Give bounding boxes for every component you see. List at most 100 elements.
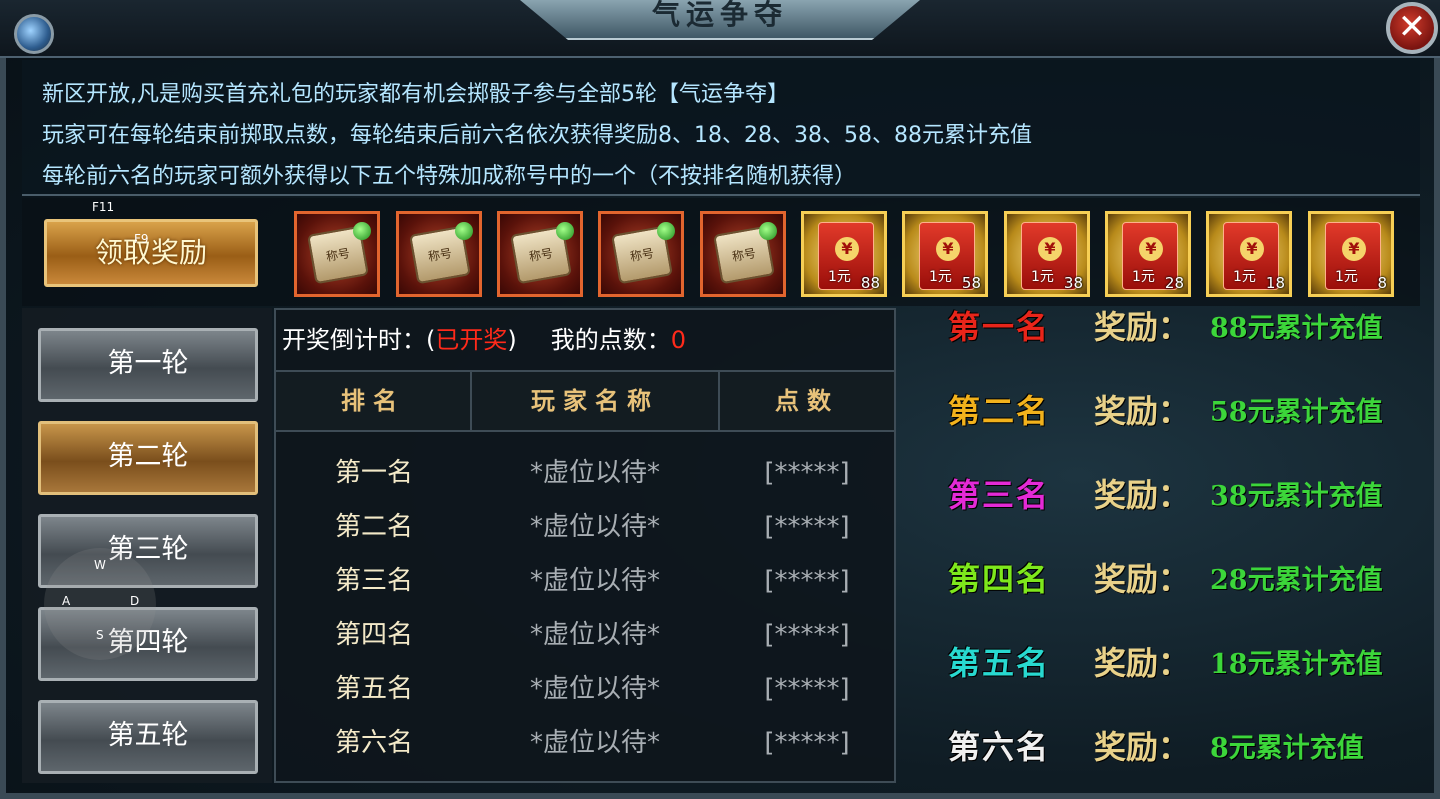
reward-value: 88元累计充值: [1210, 313, 1383, 344]
reward-row: 第四名 奖励： 28元累计充值: [948, 554, 1418, 604]
status-line: 开奖倒计时：(已开奖) 我的点数：0: [282, 320, 686, 355]
yuan-coin-icon: ¥: [1240, 237, 1264, 261]
countdown-label: 开奖倒计时：(: [282, 326, 436, 354]
table-row-points: [*****]: [764, 728, 850, 758]
reward-value: 18元累计充值: [1210, 649, 1383, 680]
envelope-label: 1元: [1233, 269, 1256, 285]
hotkey-hint: F9: [134, 232, 149, 246]
table-row-rank: 第一名: [334, 458, 413, 488]
green-badge-icon: [455, 222, 473, 240]
envelope-quantity: 18: [1265, 274, 1285, 292]
reward-list-panel: [900, 308, 1420, 783]
title-scroll-item[interactable]: 称号: [497, 211, 583, 297]
reward-rank: 第六名: [948, 728, 1051, 766]
joystick-key-a: A: [62, 594, 71, 608]
table-row-rank: 第四名: [334, 620, 413, 650]
red-envelope-item[interactable]: ¥ 1元 38: [1004, 211, 1090, 297]
joystick-key-d: D: [130, 594, 140, 608]
points-label: 我的点数：: [550, 326, 671, 354]
table-row-rank: 第三名: [334, 566, 413, 596]
reward-rank: 第一名: [948, 308, 1051, 346]
yuan-coin-icon: ¥: [835, 237, 859, 261]
envelope-label: 1元: [1132, 269, 1155, 285]
title-scroll-item[interactable]: 称号: [294, 211, 380, 297]
event-description: 新区开放,凡是购买首充礼包的玩家都有机会掷骰子参与全部5轮【气运争夺】 玩家可在…: [22, 60, 1420, 196]
table-row-rank: 第五名: [334, 674, 413, 704]
hotkey-hint: F11: [92, 200, 115, 214]
window-title: 气运争夺: [651, 0, 788, 31]
header-points: 点数: [775, 386, 839, 415]
reward-row: 第五名 奖励： 18元累计充值: [948, 638, 1418, 688]
reward-label: 奖励：: [1094, 476, 1191, 514]
joystick-key-s: S: [96, 628, 104, 642]
table-row-rank: 第二名: [334, 512, 413, 542]
title-bar: 气运争夺 ✕: [0, 0, 1440, 58]
gem-icon: [14, 14, 54, 54]
ranking-table-header: 排名 玩家名称 点数: [276, 370, 894, 432]
description-line: 玩家可在每轮结束前掷取点数，每轮结束后前六名依次获得奖励8、18、28、38、5…: [42, 123, 1032, 148]
red-envelope-item[interactable]: ¥ 1元 58: [902, 211, 988, 297]
envelope-quantity: 88: [860, 274, 880, 292]
table-row-points: [*****]: [764, 566, 850, 596]
table-row-player: *虚位以待*: [529, 566, 660, 596]
reward-value: 8元累计充值: [1210, 733, 1364, 764]
table-row-player: *虚位以待*: [529, 620, 660, 650]
reward-rank: 第五名: [948, 644, 1051, 682]
reward-row: 第二名 奖励： 58元累计充值: [948, 386, 1418, 436]
reward-label: 奖励：: [1094, 644, 1191, 682]
table-row-points: [*****]: [764, 620, 850, 650]
envelope-label: 1元: [1031, 269, 1054, 285]
reward-value: 38元累计充值: [1210, 481, 1383, 512]
reward-value: 28元累计充值: [1210, 565, 1383, 596]
reward-value: 58元累计充值: [1210, 397, 1383, 428]
reward-row: 第六名 奖励： 8元累计充值: [948, 722, 1418, 772]
green-badge-icon: [353, 222, 371, 240]
countdown-close: ): [507, 326, 517, 354]
envelope-quantity: 8: [1377, 274, 1387, 292]
reward-label: 奖励：: [1094, 560, 1191, 598]
countdown-value: 已开奖: [435, 326, 508, 354]
yuan-coin-icon: ¥: [1038, 237, 1062, 261]
title-scroll-item[interactable]: 称号: [396, 211, 482, 297]
title-scroll-item[interactable]: 称号: [700, 211, 786, 297]
envelope-label: 1元: [929, 269, 952, 285]
table-row-points: [*****]: [764, 458, 850, 488]
points-value: 0: [670, 326, 687, 354]
table-row-player: *虚位以待*: [529, 458, 660, 488]
reward-rank: 第二名: [948, 392, 1051, 430]
green-badge-icon: [657, 222, 675, 240]
yuan-coin-icon: ¥: [1342, 237, 1366, 261]
reward-row: 第三名 奖励： 38元累计充值: [948, 470, 1418, 520]
envelope-quantity: 58: [961, 274, 981, 292]
claim-reward-button[interactable]: 领取奖励: [44, 219, 258, 287]
table-row-points: [*****]: [764, 512, 850, 542]
table-row-rank: 第六名: [334, 728, 413, 758]
yuan-coin-icon: ¥: [1139, 237, 1163, 261]
reward-label: 奖励：: [1094, 728, 1191, 766]
red-envelope-item[interactable]: ¥ 1元 18: [1206, 211, 1292, 297]
reward-rank: 第四名: [948, 560, 1051, 598]
reward-row: 第一名 奖励： 88元累计充值: [948, 302, 1418, 352]
table-row-player: *虚位以待*: [529, 728, 660, 758]
title-scroll-item[interactable]: 称号: [598, 211, 684, 297]
reward-label: 奖励：: [1094, 308, 1191, 346]
green-badge-icon: [556, 222, 574, 240]
joystick-key-w: W: [94, 558, 106, 572]
table-row-points: [*****]: [764, 674, 850, 704]
description-line: 新区开放,凡是购买首充礼包的玩家都有机会掷骰子参与全部5轮【气运争夺】: [42, 82, 789, 107]
round-1-tab[interactable]: 第一轮: [38, 328, 258, 402]
yuan-coin-icon: ¥: [936, 237, 960, 261]
red-envelope-item[interactable]: ¥ 1元 8: [1308, 211, 1394, 297]
round-5-tab[interactable]: 第五轮: [38, 700, 258, 774]
red-envelope-item[interactable]: ¥ 1元 28: [1105, 211, 1191, 297]
reward-rank: 第三名: [948, 476, 1051, 514]
close-button[interactable]: ✕: [1386, 2, 1438, 54]
red-envelope-item[interactable]: ¥ 1元 88: [801, 211, 887, 297]
table-row-player: *虚位以待*: [529, 674, 660, 704]
envelope-quantity: 28: [1164, 274, 1184, 292]
description-line: 每轮前六名的玩家可额外获得以下五个特殊加成称号中的一个（不按排名随机获得）: [42, 164, 857, 189]
envelope-label: 1元: [828, 269, 851, 285]
envelope-label: 1元: [1335, 269, 1358, 285]
table-row-player: *虚位以待*: [529, 512, 660, 542]
round-2-tab[interactable]: 第二轮: [38, 421, 258, 495]
